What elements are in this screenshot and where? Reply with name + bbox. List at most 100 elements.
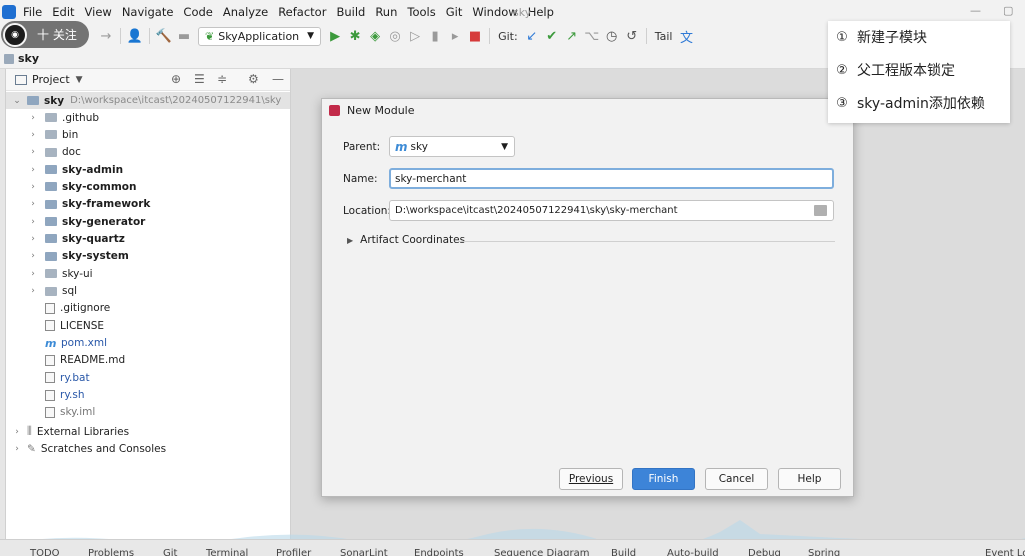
run-icon[interactable]: ▶ [325,26,345,46]
tree-item[interactable]: LICENSE [27,317,104,334]
tree-item[interactable]: m pom.xml [27,335,107,352]
tool-todo[interactable]: TODO [30,548,60,556]
user-icon[interactable]: 👤 [125,26,145,46]
git-update-icon[interactable]: ↙ [522,26,542,46]
chevron-right-icon[interactable]: › [27,234,39,244]
tool-sequence-diagram[interactable]: Sequence Diagram [494,548,589,556]
attach-icon[interactable]: ▮ [425,26,445,46]
chevron-right-icon[interactable]: › [27,199,39,209]
menu-run[interactable]: Run [370,5,402,19]
chevron-right-icon[interactable]: › [27,182,39,192]
coverage-icon[interactable]: ◈ [365,26,385,46]
collapse-all-icon[interactable]: ≑ [217,72,227,86]
name-input[interactable] [389,168,834,189]
chevron-right-icon[interactable]: › [27,251,39,261]
run-config-select[interactable]: ❦ SkyApplication ▼ [198,26,322,46]
tree-item-external-libraries[interactable]: › ⫼ External Libraries [11,423,129,440]
tree-item-scratches[interactable]: › ✎ Scratches and Consoles [11,440,166,457]
help-button[interactable]: Help [778,468,841,490]
chevron-right-icon[interactable]: › [27,113,39,123]
menu-file[interactable]: File [18,5,47,19]
tree-item[interactable]: › sky-common [27,178,136,195]
menu-analyze[interactable]: Analyze [218,5,273,19]
git-commit-icon[interactable]: ✔ [542,26,562,46]
step-icon[interactable]: ▸ [445,26,465,46]
tree-item[interactable]: › sky-admin [27,161,123,178]
tool-terminal[interactable]: Terminal [206,548,248,556]
rollback-icon[interactable]: ↺ [622,26,642,46]
finish-button[interactable]: Finish [632,468,695,490]
tree-root-sky[interactable]: ⌄ sky D:\workspace\itcast\20240507122941… [6,92,290,109]
folder-icon[interactable]: ▬ [174,26,194,46]
chevron-right-icon[interactable]: › [27,165,39,175]
menu-build[interactable]: Build [331,5,370,19]
breadcrumb-project[interactable]: sky [18,52,39,65]
menu-git[interactable]: Git [441,5,468,19]
expand-all-icon[interactable]: ☰ [194,72,205,86]
chevron-right-icon[interactable]: › [27,147,39,157]
artifact-coordinates-toggle[interactable]: ▶ Artifact Coordinates [347,234,465,246]
cancel-button[interactable]: Cancel [705,468,768,490]
debug-bug-icon[interactable]: ✱ [345,26,365,46]
translate-icon[interactable]: 文 [676,26,696,46]
menu-navigate[interactable]: Navigate [117,5,179,19]
project-panel-title[interactable]: Project [32,73,70,86]
tail-button[interactable]: Tail [651,30,677,43]
tree-item[interactable]: › bin [27,126,78,143]
tool-spring[interactable]: Spring [808,548,840,556]
tree-item[interactable]: › sky-quartz [27,230,125,247]
parent-select[interactable]: m sky ▼ [389,136,515,157]
tree-item[interactable]: › sql [27,283,77,300]
history-clock-icon[interactable]: ◷ [602,26,622,46]
menu-view[interactable]: View [80,5,117,19]
chevron-down-icon[interactable]: ▼ [76,75,83,85]
tree-item[interactable]: › doc [27,144,81,161]
hammer-icon[interactable]: 🔨 [154,26,174,46]
tree-item[interactable]: › sky-generator [27,213,145,230]
tree-item[interactable]: › sky-ui [27,265,92,282]
tree-item[interactable]: › sky-framework [27,196,150,213]
locate-crosshair-icon[interactable]: ⊕ [171,72,181,86]
tree-item[interactable]: › sky-system [27,248,129,265]
git-push-icon[interactable]: ↗ [562,26,582,46]
tool-auto-build[interactable]: Auto-build [667,548,719,556]
tree-item[interactable]: sky.iml [27,404,95,421]
tool-endpoints[interactable]: Endpoints [414,548,464,556]
tree-item[interactable]: › .github [27,109,99,126]
menu-refactor[interactable]: Refactor [273,5,331,19]
tool-profiler[interactable]: Profiler [276,548,311,556]
profile-icon[interactable]: ◎ [385,26,405,46]
stop-icon[interactable]: ■ [465,26,485,46]
tool-problems[interactable]: Problems [88,548,134,556]
tool-event-log[interactable]: Event Log [985,548,1025,556]
restore-icon[interactable]: ▢ [1003,4,1013,17]
previous-button[interactable]: Previous [559,468,623,490]
forward-arrow-icon[interactable]: → [96,26,116,46]
chevron-right-icon[interactable]: › [27,269,39,279]
tool-git[interactable]: Git [163,548,177,556]
pause-icon[interactable]: ▷ [405,26,425,46]
browse-folder-icon[interactable] [814,205,827,216]
minimize-icon[interactable]: — [970,4,981,17]
tree-item[interactable]: .gitignore [27,300,110,317]
menu-tools[interactable]: Tools [402,5,440,19]
tree-item[interactable]: ry.bat [27,369,90,386]
tool-build[interactable]: Build [611,548,636,556]
follow-badge[interactable]: ◉ 十 关注 [1,21,89,48]
tool-sonarlint[interactable]: SonarLint [340,548,388,556]
chevron-right-icon[interactable]: › [11,444,23,454]
git-branch-icon[interactable]: ⌥ [582,26,602,46]
chevron-right-icon[interactable]: › [27,217,39,227]
chevron-right-icon[interactable]: › [27,286,39,296]
chevron-right-icon[interactable]: › [27,130,39,140]
tool-debug[interactable]: Debug [748,548,781,556]
hide-panel-icon[interactable]: — [272,72,284,86]
location-input[interactable]: D:\workspace\itcast\20240507122941\sky\s… [389,200,834,221]
tree-item[interactable]: ry.sh [27,387,85,404]
tree-item[interactable]: README.md [27,352,125,369]
gear-icon[interactable]: ⚙ [248,72,259,86]
chevron-right-icon[interactable]: › [11,427,23,437]
menu-edit[interactable]: Edit [47,5,79,19]
chevron-down-icon[interactable]: ⌄ [11,96,23,106]
menu-code[interactable]: Code [178,5,217,19]
